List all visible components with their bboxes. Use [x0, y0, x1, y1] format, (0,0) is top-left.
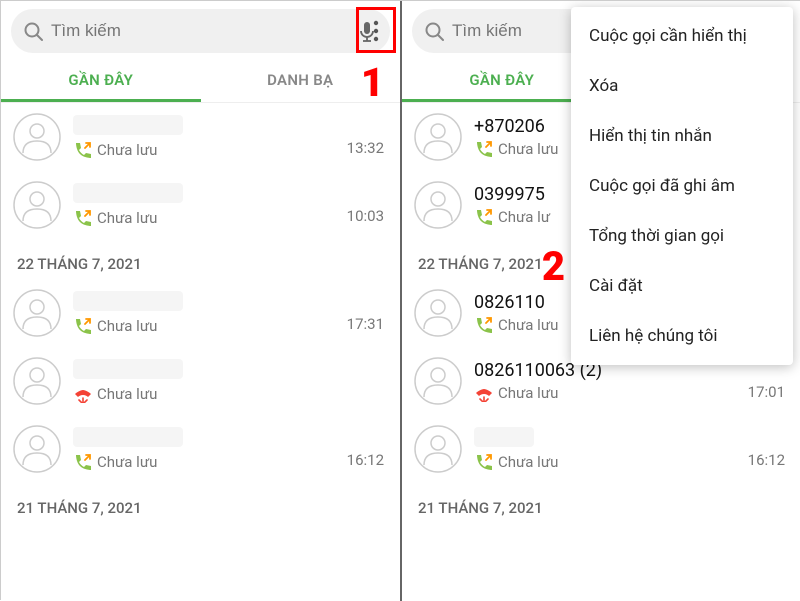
call-number	[73, 427, 183, 447]
search-input[interactable]	[51, 21, 348, 41]
avatar	[414, 425, 462, 473]
call-row[interactable]: Chưa lưu 16:12	[402, 415, 800, 483]
call-missed-icon	[474, 384, 492, 402]
date-header: 21 THÁNG 7, 2021	[1, 483, 400, 523]
call-outgoing-icon	[474, 316, 492, 334]
call-outgoing-icon	[73, 453, 91, 471]
call-outgoing-icon	[474, 208, 492, 226]
call-status-text: Chưa lưu	[97, 317, 157, 335]
call-status: Chưa lưu	[73, 453, 335, 471]
call-status: Chưa lưu	[73, 317, 335, 335]
search-icon	[424, 21, 444, 41]
avatar	[13, 113, 61, 161]
call-time: 17:31	[347, 315, 384, 337]
call-row[interactable]: Chưa lưu 13:32	[1, 103, 400, 171]
tab-contacts[interactable]: DANH BẠ	[201, 59, 401, 102]
avatar	[414, 357, 462, 405]
menu-item-calls-to-show[interactable]: Cuộc gọi cần hiển thị	[571, 11, 793, 61]
avatar	[13, 289, 61, 337]
call-number	[73, 183, 183, 203]
avatar	[414, 289, 462, 337]
search-bar[interactable]	[11, 9, 390, 53]
call-status-text: Chưa lưu	[97, 385, 157, 403]
avatar	[414, 181, 462, 229]
call-status-text: Chưa lưu	[498, 140, 558, 158]
call-status: Chưa lưu	[474, 384, 736, 402]
call-time: 13:32	[347, 139, 384, 161]
call-outgoing-icon	[474, 140, 492, 158]
call-status-text: Chưa lưu	[97, 141, 157, 159]
call-time: 16:12	[748, 451, 785, 473]
call-status: Chưa lưu	[474, 453, 736, 471]
call-outgoing-icon	[73, 317, 91, 335]
call-status-text: Chưa lưu	[97, 209, 157, 227]
call-number	[73, 359, 183, 379]
call-row[interactable]: Chưa lưu 10:03	[1, 171, 400, 239]
more-button[interactable]	[358, 9, 394, 53]
call-row[interactable]: Chưa lưu	[1, 347, 400, 415]
call-status-text: Chưa lưu	[97, 453, 157, 471]
call-status-text: Chưa lư	[498, 208, 550, 226]
call-time: 17:01	[748, 383, 785, 405]
call-time: 10:03	[347, 207, 384, 229]
call-outgoing-icon	[73, 209, 91, 227]
call-status-text: Chưa lưu	[498, 453, 558, 471]
call-outgoing-icon	[73, 141, 91, 159]
date-header: 22 THÁNG 7, 2021	[1, 239, 400, 279]
avatar	[13, 181, 61, 229]
menu-item-show-messages[interactable]: Hiển thị tin nhắn	[571, 111, 793, 161]
tabs: GẦN ĐÂY DANH BẠ	[1, 59, 400, 103]
right-panel: GẦN ĐÂY +870206 Chưa lưu 0399975 Chưa lư	[402, 1, 800, 601]
call-number	[73, 291, 183, 311]
call-number	[474, 427, 534, 447]
avatar	[414, 113, 462, 161]
menu-item-settings[interactable]: Cài đặt	[571, 261, 793, 311]
avatar	[13, 425, 61, 473]
tab-recent[interactable]: GẦN ĐÂY	[1, 59, 201, 102]
overflow-menu: Cuộc gọi cần hiển thị Xóa Hiển thị tin n…	[571, 7, 793, 365]
call-number	[73, 115, 183, 135]
call-status: Chưa lưu	[73, 385, 372, 403]
call-row[interactable]: Chưa lưu 17:31	[1, 279, 400, 347]
date-header: 21 THÁNG 7, 2021	[402, 483, 800, 523]
call-status-text: Chưa lưu	[498, 316, 558, 334]
menu-item-total-call-time[interactable]: Tổng thời gian gọi	[571, 211, 793, 261]
call-time: 16:12	[347, 451, 384, 473]
call-status-text: Chưa lưu	[498, 384, 558, 402]
call-missed-icon	[73, 385, 91, 403]
menu-item-recorded-calls[interactable]: Cuộc gọi đã ghi âm	[571, 161, 793, 211]
search-icon	[23, 21, 43, 41]
call-row[interactable]: Chưa lưu 16:12	[1, 415, 400, 483]
call-outgoing-icon	[474, 453, 492, 471]
menu-item-delete[interactable]: Xóa	[571, 61, 793, 111]
avatar	[13, 357, 61, 405]
call-status: Chưa lưu	[73, 209, 335, 227]
call-status: Chưa lưu	[73, 141, 335, 159]
menu-item-contact-us[interactable]: Liên hệ chúng tôi	[571, 311, 793, 361]
left-panel: GẦN ĐÂY DANH BẠ Chưa lưu 13:32 Chưa lưu	[1, 1, 400, 601]
